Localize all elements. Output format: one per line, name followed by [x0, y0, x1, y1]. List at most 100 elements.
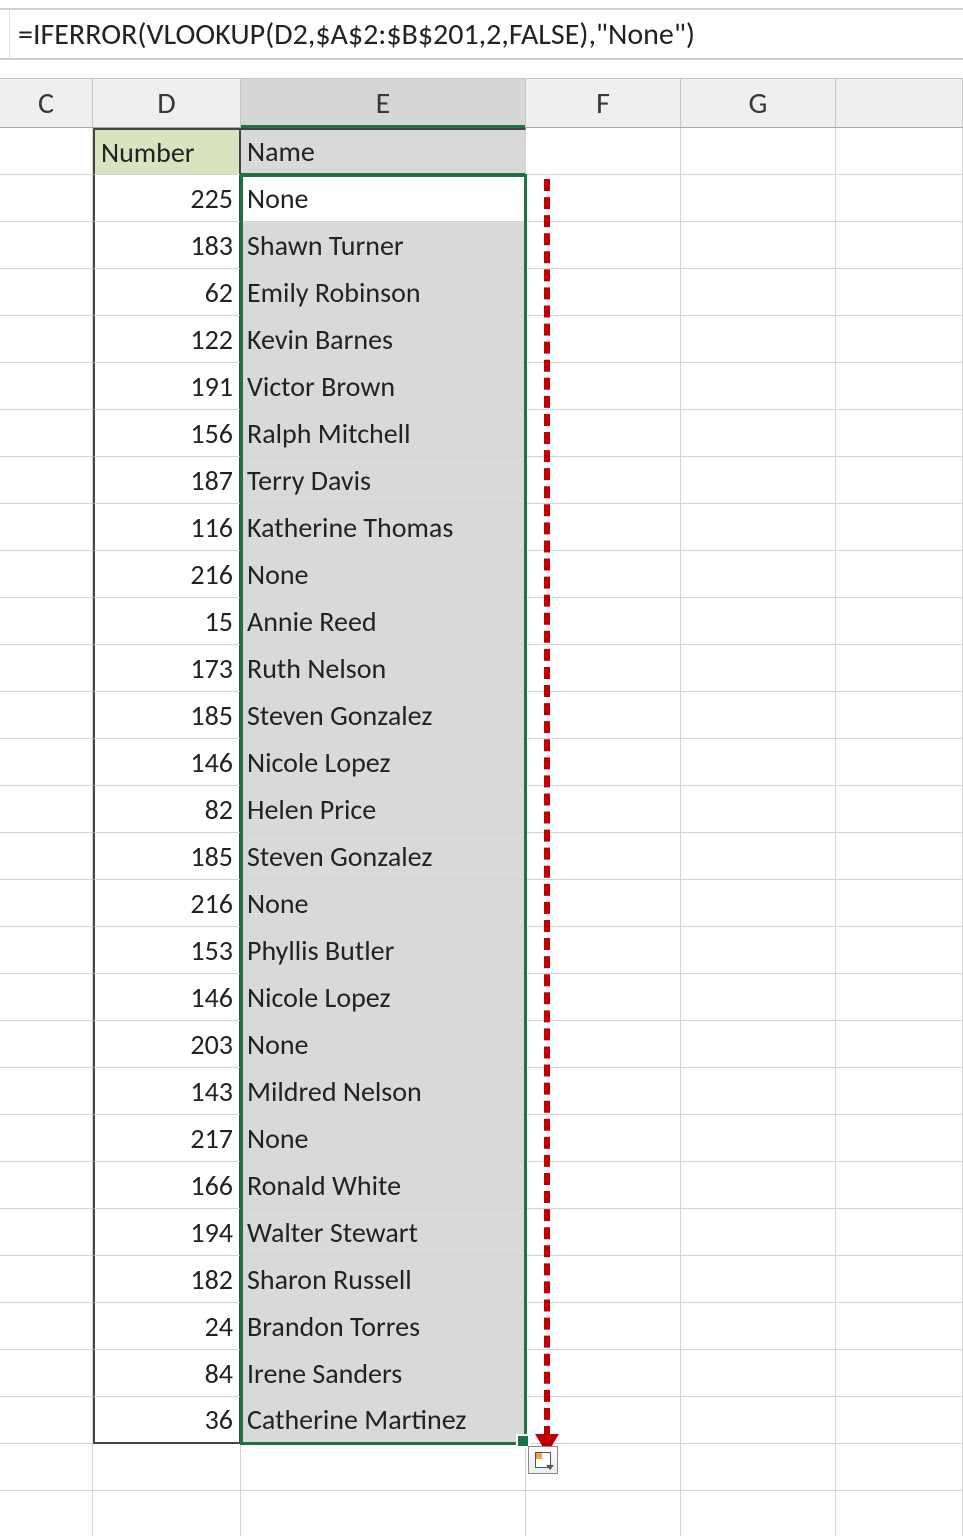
cell-D[interactable]: 185	[93, 833, 241, 880]
cell-E[interactable]: Annie Reed	[241, 598, 526, 645]
cell-C-hdr[interactable]	[0, 128, 93, 175]
cell-rest[interactable]	[836, 786, 963, 833]
cell-D[interactable]: 156	[93, 410, 241, 457]
cell-rest[interactable]	[836, 1397, 963, 1444]
cell-C[interactable]	[0, 1256, 93, 1303]
cell-rest[interactable]	[836, 457, 963, 504]
cell-rest[interactable]	[836, 269, 963, 316]
cell-rest[interactable]	[836, 692, 963, 739]
cell-C[interactable]	[0, 1068, 93, 1115]
cell-C[interactable]	[0, 410, 93, 457]
col-header-rest[interactable]	[836, 79, 963, 127]
cell-F-hdr[interactable]	[526, 128, 681, 175]
cell-rest[interactable]	[836, 1162, 963, 1209]
cell-D[interactable]: 62	[93, 269, 241, 316]
cell-rest[interactable]	[836, 739, 963, 786]
cell-rest[interactable]	[836, 1444, 963, 1491]
cell-G[interactable]	[681, 410, 836, 457]
cell-G[interactable]	[681, 269, 836, 316]
cell-G-hdr[interactable]	[681, 128, 836, 175]
cell-D[interactable]: 15	[93, 598, 241, 645]
cell-rest[interactable]	[836, 175, 963, 222]
cell-E[interactable]: Katherine Thomas	[241, 504, 526, 551]
cell-G[interactable]	[681, 175, 836, 222]
cell-E[interactable]: Steven Gonzalez	[241, 833, 526, 880]
col-header-F[interactable]: F	[526, 79, 681, 127]
cell-rest[interactable]	[836, 1303, 963, 1350]
cell-D[interactable]: 203	[93, 1021, 241, 1068]
cell-C[interactable]	[0, 222, 93, 269]
grid[interactable]: NumberName225None183 Shawn Turner62 Emil…	[0, 128, 963, 1536]
cell-E[interactable]: Sharon Russell	[241, 1256, 526, 1303]
cell-C[interactable]	[0, 1021, 93, 1068]
cell-rest[interactable]	[836, 1021, 963, 1068]
cell-G[interactable]	[681, 1115, 836, 1162]
cell-E[interactable]: Brandon Torres	[241, 1303, 526, 1350]
cell-C[interactable]	[0, 645, 93, 692]
cell-E[interactable]: Emily Robinson	[241, 269, 526, 316]
cell-rest[interactable]	[836, 1209, 963, 1256]
cell-D[interactable]: 82	[93, 786, 241, 833]
cell-D[interactable]: 146	[93, 974, 241, 1021]
cell-C[interactable]	[0, 1397, 93, 1444]
cell-D[interactable]: 216	[93, 551, 241, 598]
cell-rest[interactable]	[836, 880, 963, 927]
cell-E-hdr[interactable]: Name	[241, 128, 526, 175]
cell-E[interactable]: Helen Price	[241, 786, 526, 833]
cell-G[interactable]	[681, 1491, 836, 1536]
cell-E[interactable]: Ralph Mitchell	[241, 410, 526, 457]
cell-C[interactable]	[0, 1115, 93, 1162]
cell-E[interactable]: None	[241, 175, 526, 222]
cell-C[interactable]	[0, 1162, 93, 1209]
cell-G[interactable]	[681, 1162, 836, 1209]
cell-D[interactable]: 84	[93, 1350, 241, 1397]
cell-C[interactable]	[0, 786, 93, 833]
cell-G[interactable]	[681, 692, 836, 739]
cell-rest[interactable]	[836, 1115, 963, 1162]
cell-rest[interactable]	[836, 410, 963, 457]
cell-C[interactable]	[0, 1444, 93, 1491]
cell-rest[interactable]	[836, 927, 963, 974]
cell-G[interactable]	[681, 551, 836, 598]
cell-E[interactable]: Ronald White	[241, 1162, 526, 1209]
cell-D[interactable]: 187	[93, 457, 241, 504]
autofill-options-icon[interactable]	[528, 1446, 558, 1474]
cell-C[interactable]	[0, 974, 93, 1021]
cell-rest[interactable]	[836, 1068, 963, 1115]
cell-G[interactable]	[681, 880, 836, 927]
cell-D[interactable]: 225	[93, 175, 241, 222]
cell-G[interactable]	[681, 833, 836, 880]
cell-D[interactable]	[93, 1444, 241, 1491]
cell-C[interactable]	[0, 269, 93, 316]
cell-G[interactable]	[681, 457, 836, 504]
cell-E[interactable]: Phyllis Butler	[241, 927, 526, 974]
cell-G[interactable]	[681, 739, 836, 786]
cell-G[interactable]	[681, 1256, 836, 1303]
cell-rest[interactable]	[836, 1350, 963, 1397]
cell-G[interactable]	[681, 363, 836, 410]
cell-E[interactable]: Nicole Lopez	[241, 974, 526, 1021]
cell-rest[interactable]	[836, 974, 963, 1021]
cell-G[interactable]	[681, 974, 836, 1021]
cell-E[interactable]: None	[241, 880, 526, 927]
cell-D[interactable]: 217	[93, 1115, 241, 1162]
cell-D[interactable]: 36	[93, 1397, 241, 1444]
cell-G[interactable]	[681, 1444, 836, 1491]
col-header-E[interactable]: E	[241, 79, 526, 127]
cell-D[interactable]: 185	[93, 692, 241, 739]
cell-D[interactable]: 183	[93, 222, 241, 269]
cell-E[interactable]: Walter Stewart	[241, 1209, 526, 1256]
cell-C[interactable]	[0, 457, 93, 504]
cell-E[interactable]: Irene Sanders	[241, 1350, 526, 1397]
cell-E[interactable]: None	[241, 1021, 526, 1068]
col-header-D[interactable]: D	[93, 79, 241, 127]
cell-E[interactable]: Catherine Martinez	[241, 1397, 526, 1444]
cell-G[interactable]	[681, 1397, 836, 1444]
cell-C[interactable]	[0, 175, 93, 222]
cell-D[interactable]: 166	[93, 1162, 241, 1209]
cell-G[interactable]	[681, 1209, 836, 1256]
cell-G[interactable]	[681, 222, 836, 269]
cell-E[interactable]: None	[241, 551, 526, 598]
cell-D[interactable]: 194	[93, 1209, 241, 1256]
cell-C[interactable]	[0, 833, 93, 880]
